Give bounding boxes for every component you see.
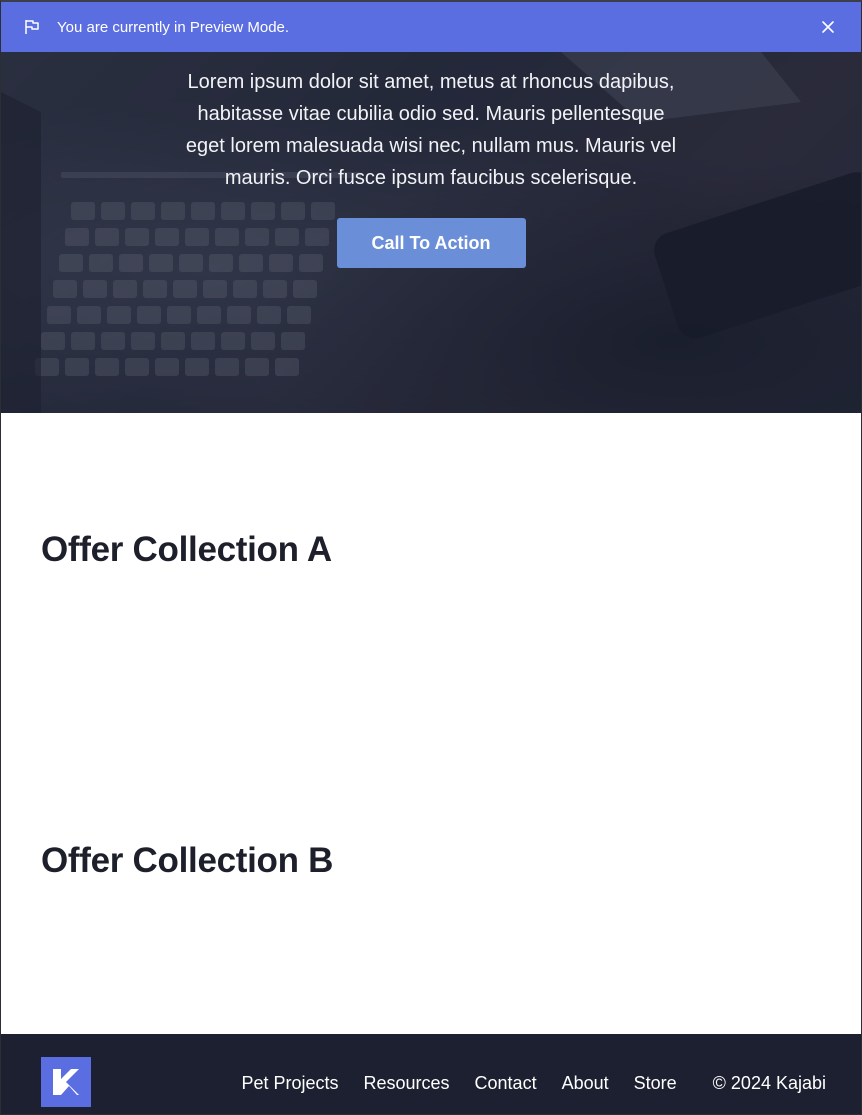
footer-link-pet-projects[interactable]: Pet Projects	[241, 1073, 338, 1094]
hero-body-text: Lorem ipsum dolor sit amet, metus at rho…	[185, 71, 677, 189]
offer-collection-b-heading: Offer Collection B	[41, 841, 334, 880]
call-to-action-button[interactable]: Call To Action	[336, 218, 526, 268]
flag-icon	[23, 18, 41, 36]
footer-link-resources[interactable]: Resources	[363, 1073, 449, 1094]
hero-section: Lorem ipsum dolor sit amet, metus at rho…	[1, 52, 861, 413]
footer-nav: Pet Projects Resources Contact About Sto…	[241, 1073, 826, 1094]
footer-link-about[interactable]: About	[562, 1073, 609, 1094]
footer: Pet Projects Resources Contact About Sto…	[1, 1034, 861, 1114]
preview-mode-bar: You are currently in Preview Mode.	[1, 2, 861, 52]
kajabi-logo-icon[interactable]	[41, 1057, 91, 1107]
footer-link-store[interactable]: Store	[634, 1073, 677, 1094]
footer-link-contact[interactable]: Contact	[475, 1073, 537, 1094]
hero-content: Lorem ipsum dolor sit amet, metus at rho…	[1, 66, 861, 268]
offer-collection-a-heading: Offer Collection A	[41, 530, 332, 569]
page: You are currently in Preview Mode. Lorem…	[0, 0, 862, 1115]
preview-mode-message: You are currently in Preview Mode.	[57, 18, 290, 36]
copyright-text: © 2024 Kajabi	[712, 1072, 826, 1093]
close-icon[interactable]	[817, 16, 839, 38]
